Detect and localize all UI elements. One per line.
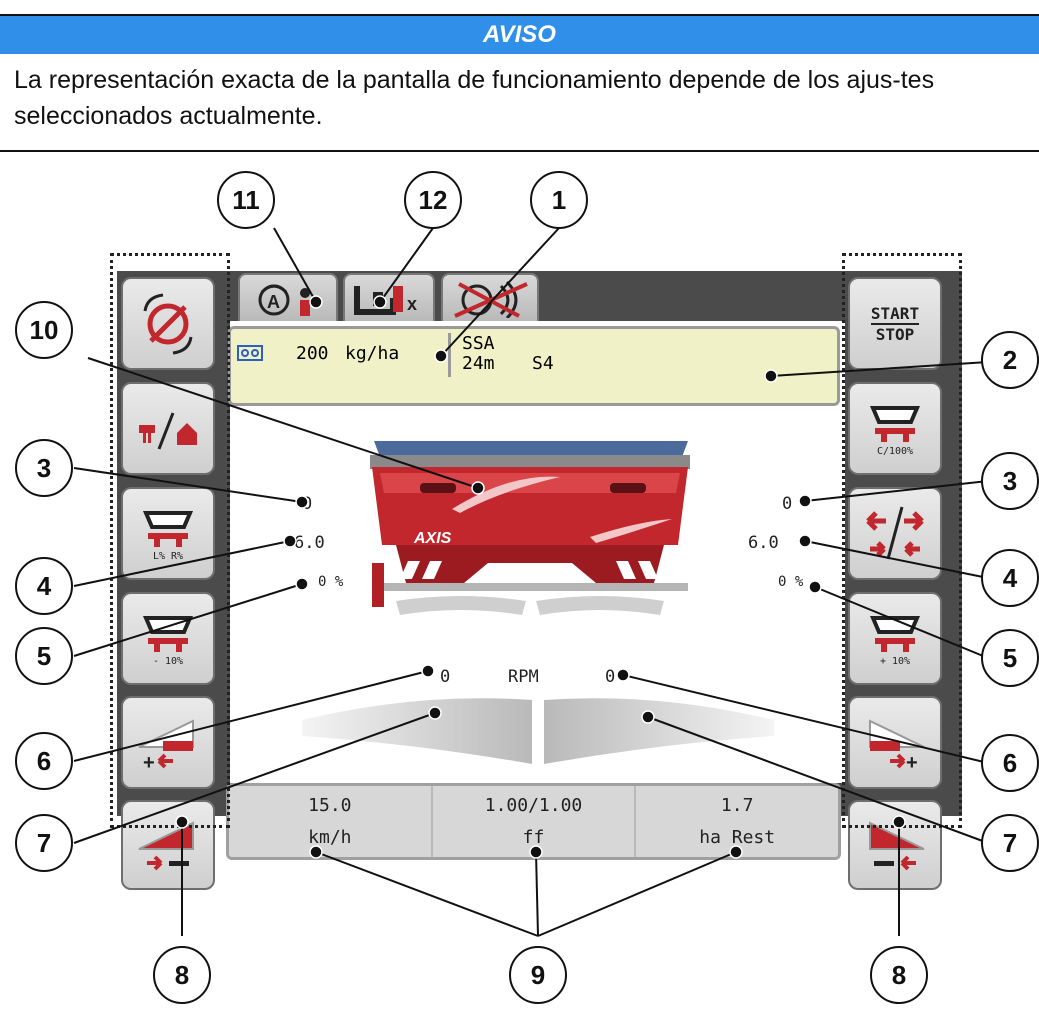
callout-9: 9 <box>509 946 567 1004</box>
callout-7-left: 7 <box>15 814 73 872</box>
callout-5-right: 5 <box>981 629 1039 687</box>
callout-11: 11 <box>217 171 275 229</box>
callout-2: 2 <box>981 331 1039 389</box>
callout-10: 10 <box>15 301 73 359</box>
callout-7-right: 7 <box>981 814 1039 872</box>
callout-1: 1 <box>530 171 588 229</box>
callout-5-left: 5 <box>15 627 73 685</box>
callout-12: 12 <box>404 171 462 229</box>
callout-3-left: 3 <box>15 439 73 497</box>
callout-8-left: 8 <box>153 946 211 1004</box>
callout-leaders <box>73 227 989 937</box>
callout-6-left: 6 <box>15 732 73 790</box>
callout-4-left: 4 <box>15 557 73 615</box>
callout-3-right: 3 <box>981 452 1039 510</box>
callout-4-right: 4 <box>981 549 1039 607</box>
callout-8-right: 8 <box>870 946 928 1004</box>
callout-6-right: 6 <box>981 734 1039 792</box>
